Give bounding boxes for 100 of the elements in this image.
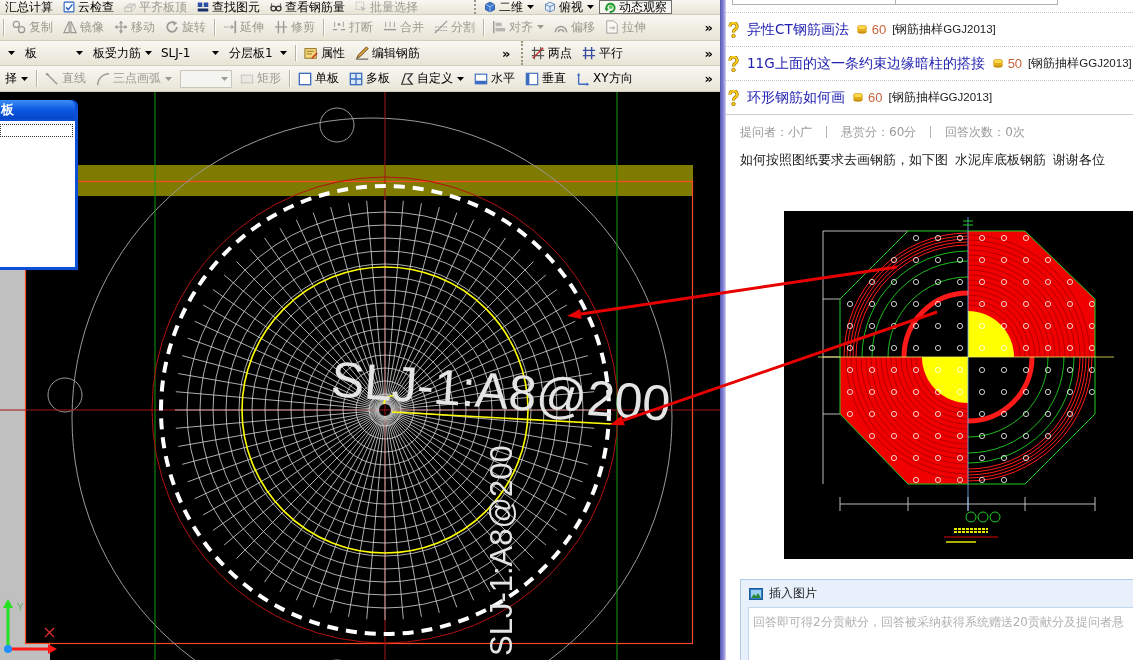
toolbar-button[interactable]: 编辑钢筋	[350, 42, 425, 64]
crossed-grid-icon	[530, 46, 545, 60]
rebar-label: SLJ-1:A8@200	[484, 445, 519, 656]
caret-icon	[587, 5, 594, 9]
toolbar-button[interactable]: XY方向	[571, 67, 638, 90]
caret-icon	[221, 76, 228, 81]
rebar-label: SLJ-1:A8@200	[329, 351, 673, 432]
note-icon	[304, 46, 318, 60]
overflow-button[interactable]: »	[697, 42, 720, 64]
overflow-button[interactable]: »	[697, 16, 720, 39]
document-arrow-icon	[605, 20, 619, 35]
panel-title-bar[interactable]: 板	[0, 100, 75, 119]
caret-icon	[537, 25, 544, 30]
split-icon	[434, 20, 448, 35]
category-tag[interactable]: [钢筋抽样GGJ2013]	[888, 90, 993, 105]
caret-icon	[145, 51, 152, 55]
cross-marker-icon	[44, 627, 55, 638]
caret-icon	[165, 76, 172, 81]
toolbar-button[interactable]: 多板	[344, 67, 395, 90]
caret-icon	[76, 51, 83, 55]
caret-icon	[21, 76, 28, 81]
coin-icon	[856, 25, 867, 34]
meta-text: 提问者：小广	[740, 123, 812, 141]
glasses-icon	[270, 1, 282, 13]
polygon-icon	[400, 71, 414, 86]
toolbar-button[interactable]: 汇总计算	[0, 0, 58, 14]
cube-outline-icon	[544, 1, 556, 13]
reward-points: 60	[868, 90, 883, 105]
circles-icon	[12, 20, 26, 35]
menu-button[interactable]: 自定义	[395, 67, 469, 90]
coin-icon	[992, 59, 1003, 68]
caret-icon	[280, 51, 287, 55]
pen-icon	[355, 46, 369, 60]
toolbar-button[interactable]: 水平	[469, 67, 520, 90]
bottom-bar-box-icon	[474, 71, 488, 86]
toolbar-button[interactable]: 平行	[576, 42, 628, 64]
crossed-lines-icon	[274, 20, 288, 35]
column-circle	[47, 377, 83, 413]
toolbar-button[interactable]: 查看钢筋量	[265, 0, 350, 14]
grid-icon	[349, 71, 363, 86]
mirror-icon	[63, 20, 77, 35]
overflow-button[interactable]: »	[495, 42, 518, 64]
align-icon	[492, 20, 506, 35]
toolbar-button[interactable]: 单板	[293, 67, 344, 90]
selection-icon	[355, 1, 367, 13]
question-text: 如何按照图纸要求去画钢筋，如下图 水泥库底板钢筋 谢谢各位	[739, 151, 1107, 169]
dropdown[interactable]: 板	[20, 42, 88, 64]
arc-icon	[96, 71, 110, 86]
category-tag[interactable]: [钢筋抽样GGJ2013]	[892, 22, 996, 37]
overflow-button[interactable]: »	[697, 67, 720, 90]
question-icon	[728, 55, 739, 72]
insert-image-button[interactable]: 插入图片	[749, 585, 817, 602]
rotate-icon	[165, 20, 179, 35]
menu-button[interactable]: 二维	[479, 0, 539, 14]
focused-list-item[interactable]	[0, 124, 73, 137]
column-circle	[319, 107, 355, 143]
question-link[interactable]: 11G上面的这一条约束边缘暗柱的搭接	[747, 54, 985, 73]
question-link[interactable]: 异性CT钢筋画法	[747, 20, 849, 39]
panel-title: 板	[1, 102, 14, 117]
reward-points: 50	[1007, 56, 1023, 71]
toolbar-button[interactable]: 云检查	[58, 0, 119, 14]
cad-canvas[interactable]: SLJ-1:A8@200 SLJ-1:A8@200 Y 板	[0, 92, 720, 660]
menu-button[interactable]: 择	[0, 67, 33, 90]
dropdown[interactable]: SLJ-1	[156, 42, 224, 64]
rectangle-icon	[240, 71, 254, 86]
slab-icon	[124, 1, 136, 13]
parallel-lines-icon	[581, 46, 596, 60]
question-link[interactable]: 环形钢筋如何画	[747, 88, 845, 107]
toolbar-button[interactable]: 两点	[525, 42, 577, 64]
picture-icon	[749, 587, 763, 600]
category-tag[interactable]: [钢筋抽样GGJ2013]	[1028, 56, 1132, 71]
xy-axes-icon	[576, 71, 590, 86]
toolbar-button[interactable]: 动态观察	[599, 0, 672, 14]
toolbar-button[interactable]: 查找图元	[192, 0, 265, 14]
caret-icon	[212, 51, 219, 55]
coin-icon	[853, 93, 863, 102]
meta-text: 悬赏分：60分	[841, 123, 917, 141]
question-icon	[728, 21, 739, 38]
toolbar-button[interactable]: 垂直	[520, 67, 571, 90]
answer-field[interactable]: 回答即可得2分贡献分，回答被采纳获得系统赠送20贡献分及提问者悬	[748, 607, 1133, 660]
toolbar-button[interactable]: 属性	[299, 42, 350, 64]
side-bar-box-icon	[525, 71, 539, 86]
menu-button[interactable]: 俯视	[539, 0, 599, 14]
caret-icon	[8, 51, 15, 55]
move-icon	[114, 20, 128, 35]
extend-icon	[223, 20, 237, 35]
question-icon	[728, 89, 739, 106]
orbit-icon	[604, 1, 616, 13]
ucs-axes-icon	[3, 599, 57, 654]
blocks-icon	[197, 1, 209, 13]
check-box-icon	[63, 1, 75, 13]
reward-points: 60	[871, 22, 887, 37]
caret-icon	[457, 76, 464, 81]
caret-icon	[527, 5, 534, 9]
dropdown[interactable]: 板受力筋	[88, 42, 156, 64]
cube-icon	[484, 1, 496, 13]
line-icon	[45, 71, 59, 86]
meta-text: 回答次数：0次	[945, 123, 1025, 141]
square-icon	[298, 71, 312, 86]
dropdown[interactable]: 分层板1	[224, 42, 292, 64]
